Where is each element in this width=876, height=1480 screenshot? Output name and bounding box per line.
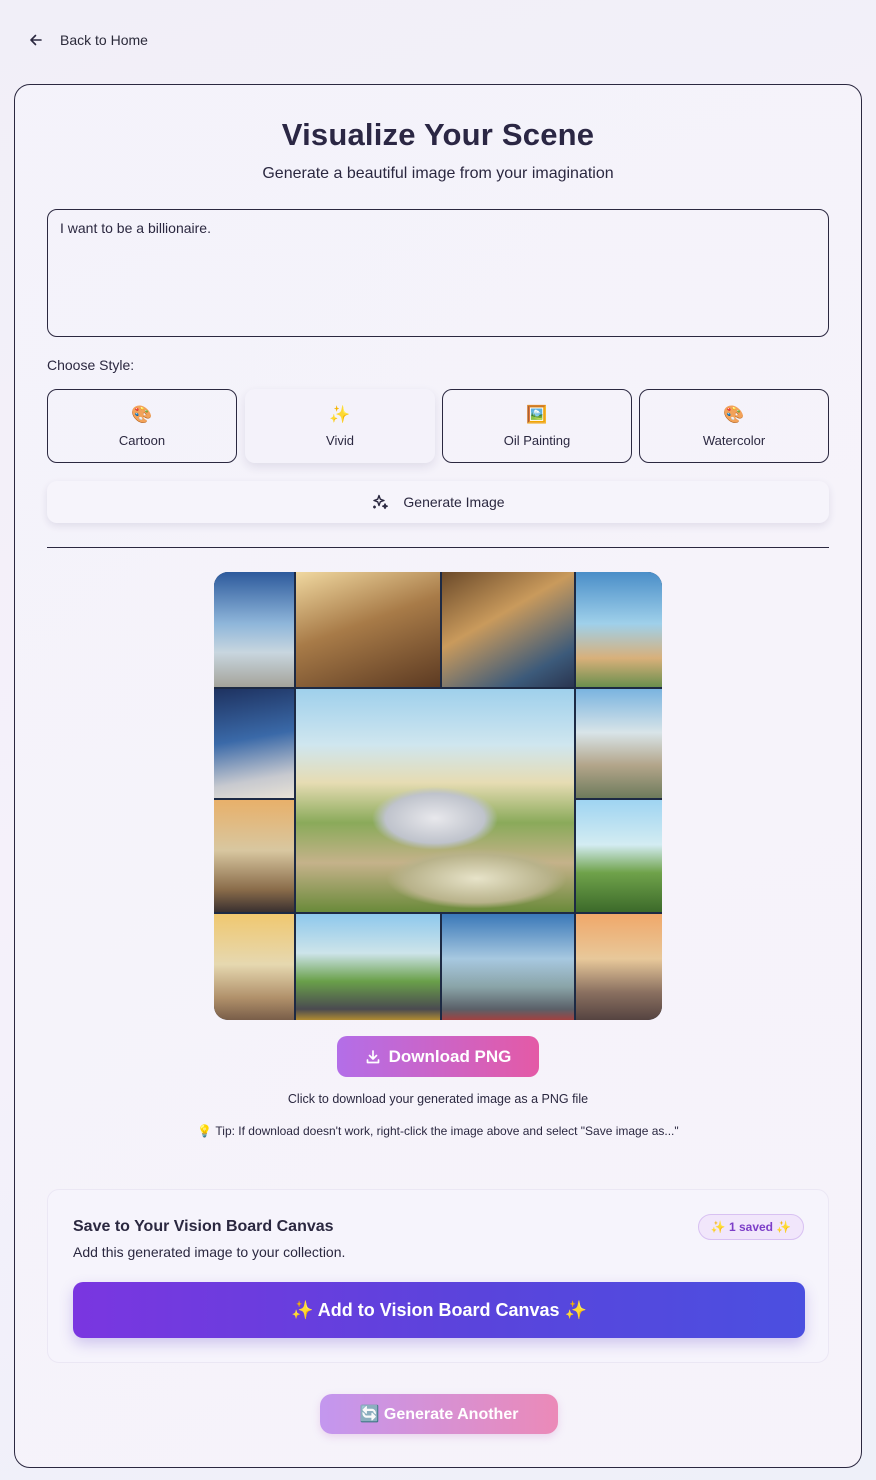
- vision-board-title: Save to Your Vision Board Canvas: [73, 1218, 334, 1235]
- palette-icon: 🎨: [131, 404, 153, 424]
- generated-image: [214, 572, 662, 1020]
- back-to-home-label: Back to Home: [60, 32, 148, 48]
- choose-style-label: Choose Style:: [47, 357, 135, 373]
- prompt-input[interactable]: [47, 209, 829, 337]
- image-tile: [576, 572, 662, 687]
- style-option-label: Vivid: [326, 432, 354, 448]
- style-option-label: Cartoon: [118, 432, 166, 448]
- sparkles-icon: [373, 494, 389, 510]
- image-tile: [296, 572, 440, 687]
- back-to-home-link[interactable]: Back to Home: [28, 28, 148, 52]
- generate-image-label: Generate Image: [403, 494, 505, 510]
- style-option-label: Watercolor: [702, 432, 766, 448]
- download-png-label: Download PNG: [388, 1046, 512, 1066]
- style-option-oil-painting[interactable]: 🖼️ Oil Painting: [442, 389, 632, 463]
- image-tile: [576, 914, 662, 1020]
- saved-count-badge: ✨ 1 saved ✨: [698, 1214, 804, 1240]
- generate-another-button[interactable]: 🔄 Generate Another: [320, 1394, 558, 1434]
- sparkles-icon: ✨: [329, 404, 351, 424]
- download-note: Click to download your generated image a…: [287, 1092, 589, 1106]
- section-divider: [47, 547, 829, 548]
- image-tile: [296, 914, 440, 1020]
- style-options: 🎨 Cartoon ✨ Vivid 🖼️ Oil Painting 🎨 Wate…: [47, 389, 829, 463]
- style-option-watercolor[interactable]: 🎨 Watercolor: [639, 389, 829, 463]
- style-option-vivid[interactable]: ✨ Vivid: [245, 389, 435, 463]
- vision-board-description: Add this generated image to your collect…: [73, 1244, 346, 1260]
- style-option-cartoon[interactable]: 🎨 Cartoon: [47, 389, 237, 463]
- page-subtitle: Generate a beautiful image from your ima…: [262, 165, 614, 182]
- image-tile: [442, 572, 574, 687]
- palette-icon: 🎨: [723, 404, 745, 424]
- scene-card: Visualize Your Scene Generate a beautifu…: [14, 84, 862, 1468]
- image-tile: [214, 572, 294, 687]
- download-icon: [366, 1049, 379, 1063]
- framed-picture-icon: 🖼️: [526, 404, 548, 424]
- arrow-left-icon: [30, 34, 42, 46]
- download-png-button[interactable]: Download PNG: [337, 1036, 539, 1077]
- style-option-label: Oil Painting: [503, 432, 571, 448]
- image-tile: [214, 914, 294, 1020]
- image-tile-center: [296, 689, 574, 912]
- image-tile: [214, 689, 294, 798]
- image-tile: [214, 800, 294, 912]
- page-title: Visualize Your Scene: [281, 117, 595, 152]
- vision-board-save-card: Save to Your Vision Board Canvas Add thi…: [47, 1189, 829, 1363]
- download-tip: 💡 Tip: If download doesn't work, right-c…: [197, 1124, 679, 1138]
- generate-image-button[interactable]: Generate Image: [47, 481, 829, 523]
- add-to-vision-board-button[interactable]: ✨ Add to Vision Board Canvas ✨: [73, 1282, 805, 1338]
- image-tile: [442, 914, 574, 1020]
- image-tile: [576, 689, 662, 798]
- image-tile: [576, 800, 662, 912]
